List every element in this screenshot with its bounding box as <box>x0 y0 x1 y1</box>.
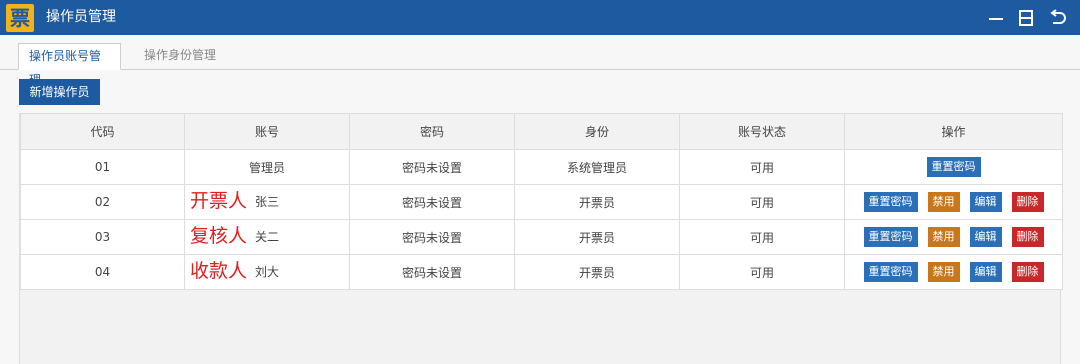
reset-password-button[interactable]: 重置密码 <box>863 262 918 282</box>
cell-role: 开票员 <box>514 254 680 290</box>
cell-role: 开票员 <box>514 219 680 255</box>
cell-account: 关二 <box>255 230 280 244</box>
cell-code: 01 <box>20 149 185 185</box>
back-close-icon[interactable] <box>1048 8 1068 28</box>
header-password: 密码 <box>349 113 515 150</box>
table-row: 04 收款人 刘大 密码未设置 开票员 可用 重置密码 禁用 编辑 删除 <box>20 254 1063 290</box>
tab-bar: 操作员账号管理 操作身份管理 <box>0 35 1080 87</box>
cell-status: 可用 <box>679 184 845 220</box>
disable-button[interactable]: 禁用 <box>927 192 960 212</box>
handwritten-role-note: 复核人 <box>190 225 248 247</box>
cell-password: 密码未设置 <box>349 254 515 290</box>
edit-button[interactable]: 编辑 <box>969 192 1002 212</box>
tab-identity-management[interactable]: 操作身份管理 <box>134 43 226 70</box>
maximize-icon[interactable] <box>1016 8 1036 28</box>
table-row: 01 管理员 密码未设置 系统管理员 可用 重置密码 <box>20 149 1063 185</box>
operator-table: 代码 账号 密码 身份 账号状态 操作 01 管理员 密码未设置 系统管理员 可… <box>19 113 1063 364</box>
header-actions: 操作 <box>844 113 1063 150</box>
delete-button[interactable]: 删除 <box>1011 192 1044 212</box>
delete-button[interactable]: 删除 <box>1011 262 1044 282</box>
cell-account: 张三 <box>255 195 280 209</box>
cell-password: 密码未设置 <box>349 184 515 220</box>
cell-actions: 重置密码 禁用 编辑 删除 <box>844 254 1063 290</box>
cell-actions: 重置密码 禁用 编辑 删除 <box>844 184 1063 220</box>
cell-account: 管理员 <box>248 160 285 175</box>
header-code: 代码 <box>20 113 185 150</box>
handwritten-role-note: 收款人 <box>190 260 248 282</box>
cell-account: 刘大 <box>255 265 280 279</box>
cell-status: 可用 <box>679 219 845 255</box>
minimize-icon[interactable] <box>986 8 1006 28</box>
window-title: 操作员管理 <box>46 9 116 25</box>
cell-code: 04 <box>20 254 185 290</box>
edit-button[interactable]: 编辑 <box>969 227 1002 247</box>
cell-status: 可用 <box>679 149 845 185</box>
table-header-row: 代码 账号 密码 身份 账号状态 操作 <box>20 113 1063 150</box>
edit-button[interactable]: 编辑 <box>969 262 1002 282</box>
cell-role: 开票员 <box>514 184 680 220</box>
cell-password: 密码未设置 <box>349 219 515 255</box>
cell-code: 02 <box>20 184 185 220</box>
table-row: 02 开票人 张三 密码未设置 开票员 可用 重置密码 禁用 编辑 删除 <box>20 184 1063 220</box>
title-bar: 票 操作员管理 <box>0 0 1080 35</box>
header-role: 身份 <box>514 113 680 150</box>
cell-role: 系统管理员 <box>514 149 680 185</box>
disable-button[interactable]: 禁用 <box>927 262 960 282</box>
header-account: 账号 <box>184 113 350 150</box>
cell-actions: 重置密码 禁用 编辑 删除 <box>844 219 1063 255</box>
reset-password-button[interactable]: 重置密码 <box>863 227 918 247</box>
cell-code: 03 <box>20 219 185 255</box>
app-logo-icon: 票 <box>6 4 34 32</box>
cell-actions: 重置密码 <box>844 149 1063 185</box>
add-operator-button[interactable]: 新增操作员 <box>19 79 100 105</box>
disable-button[interactable]: 禁用 <box>927 227 960 247</box>
reset-password-button[interactable]: 重置密码 <box>863 192 918 212</box>
delete-button[interactable]: 删除 <box>1011 227 1044 247</box>
header-status: 账号状态 <box>679 113 845 150</box>
handwritten-role-note: 开票人 <box>190 190 248 212</box>
table-row: 03 复核人 关二 密码未设置 开票员 可用 重置密码 禁用 编辑 删除 <box>20 219 1063 255</box>
tab-account-management[interactable]: 操作员账号管理 <box>18 43 121 87</box>
cell-status: 可用 <box>679 254 845 290</box>
reset-password-button[interactable]: 重置密码 <box>926 157 981 177</box>
cell-password: 密码未设置 <box>349 149 515 185</box>
